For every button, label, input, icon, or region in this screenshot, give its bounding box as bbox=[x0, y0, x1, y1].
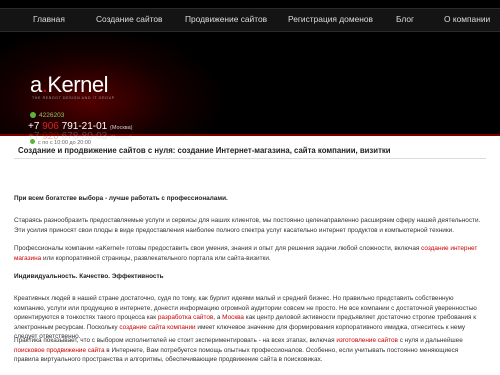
nav-item-about[interactable]: О компании bbox=[444, 14, 490, 24]
main-nav: Главная Создание сайтов Продвижение сайт… bbox=[0, 8, 500, 32]
paragraph-services: Стараясь разнообразить предоставляемые у… bbox=[14, 217, 481, 234]
icq-contact: 4226203 bbox=[30, 112, 64, 119]
logo-tagline: THE REBOOT DESIGN AND IT GROUP bbox=[32, 96, 115, 100]
p6-text-a: Практика показывает, что с выбором испол… bbox=[14, 337, 337, 344]
link-company-site[interactable]: создание сайта компании bbox=[119, 324, 195, 331]
link-site-making[interactable]: изготовление сайтов bbox=[336, 337, 398, 344]
intro-heading: При всем богатстве выбора - лучше работа… bbox=[14, 195, 228, 202]
site-logo[interactable]: a.Kernel bbox=[30, 72, 108, 98]
nav-item-blog[interactable]: Блог bbox=[396, 14, 414, 24]
link-search-promotion[interactable]: поисковое продвижение сайта bbox=[14, 347, 105, 354]
p5-text-b: , а bbox=[213, 314, 223, 322]
nav-item-site-promotion[interactable]: Продвижение сайтов bbox=[185, 14, 267, 24]
p6-text-b: с нуля и дальнейшее bbox=[397, 337, 463, 344]
page-title-bar: Создание и продвижение сайтов с нуля: со… bbox=[14, 144, 486, 159]
icq-flower-icon bbox=[30, 112, 36, 118]
paragraph-professionals: Профессионалы компании «aKernel» готовы … bbox=[14, 244, 484, 263]
p3-text-b: или корпоративной страницы, развлекатель… bbox=[41, 254, 271, 262]
icq-number: 4226203 bbox=[39, 112, 65, 119]
nav-item-site-creation[interactable]: Создание сайтов bbox=[96, 14, 162, 24]
logo-letter-a: a bbox=[30, 72, 42, 97]
p3-text-a: Профессионалы компании «aKernel» готовы … bbox=[14, 245, 422, 252]
site-header: Главная Создание сайтов Продвижение сайт… bbox=[0, 0, 500, 134]
logo-kernel: Kernel bbox=[47, 72, 108, 97]
section-heading-quality: Индивидуальность. Качество. Эффективност… bbox=[14, 273, 164, 280]
phone2-city: (Рязань) bbox=[110, 135, 132, 141]
nav-item-domain-registration[interactable]: Регистрация доменов bbox=[288, 14, 373, 24]
paragraph-creative: Креативных людей в нашей стране достаточ… bbox=[14, 294, 484, 342]
link-moscow[interactable]: Москва bbox=[222, 314, 244, 321]
paragraph-practice: Практика показывает, что с выбором испол… bbox=[14, 336, 484, 365]
page-title: Создание и продвижение сайтов с нуля: со… bbox=[18, 146, 391, 155]
nav-item-home[interactable]: Главная bbox=[33, 14, 65, 24]
link-site-development[interactable]: разработка сайтов bbox=[158, 314, 213, 321]
